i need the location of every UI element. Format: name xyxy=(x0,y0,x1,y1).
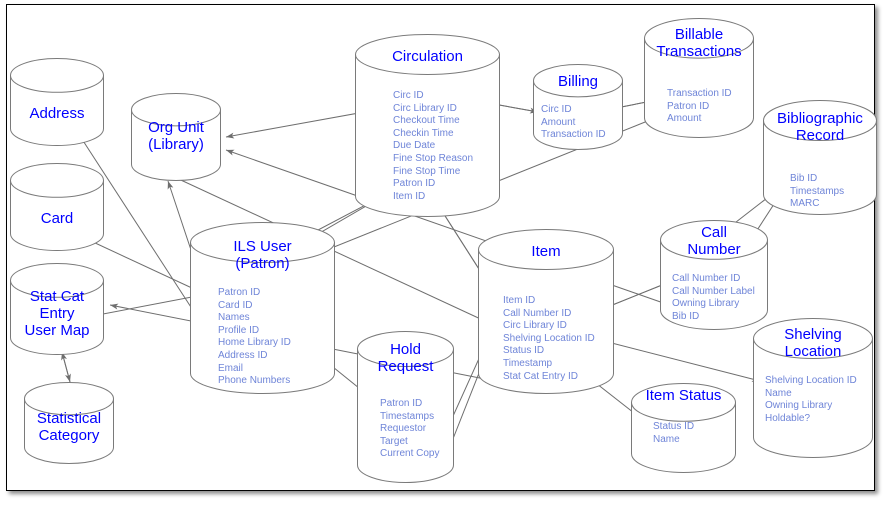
entity-field: Circ Library ID xyxy=(503,320,567,332)
entity-field: Patron ID xyxy=(218,287,261,298)
entity-title: Item xyxy=(531,243,561,260)
entity-field: Name xyxy=(653,433,680,445)
entity-item[interactable]: Item Item ID Call Number ID Circ Library ID… xyxy=(478,229,614,394)
entity-field: Amount xyxy=(667,113,702,125)
entity-org-unit[interactable]: Org Unit (Library) xyxy=(131,93,221,181)
entity-item-status[interactable]: Item Status Status ID Name xyxy=(631,383,736,473)
entity-field: Fine Stop Reason xyxy=(393,152,474,164)
entity-field: Fine Stop Time xyxy=(393,165,461,177)
entity-title: Billing xyxy=(557,73,599,90)
entity-field: Patron ID xyxy=(667,100,710,112)
entity-field: Patron ID xyxy=(393,178,436,190)
entity-field: Status ID xyxy=(503,345,545,357)
entity-field: Owning Library xyxy=(672,298,740,310)
entity-title: Address xyxy=(29,105,85,122)
entity-field: Status ID xyxy=(653,421,695,432)
entity-field: Transaction ID xyxy=(667,88,732,99)
entity-field: Circ Library ID xyxy=(393,102,457,114)
entity-field-list: Circ ID Circ Library ID Checkout Time Check… xyxy=(393,90,473,203)
diagram-canvas: Address Card Stat Cat Entry User Map Statis… xyxy=(0,0,888,505)
entity-field: Address ID xyxy=(218,349,268,361)
entity-field-list: Transaction ID Patron ID Amount xyxy=(667,88,732,126)
entity-statistical-category[interactable]: Statistical Category xyxy=(24,382,114,464)
entity-field: Holdable? xyxy=(765,412,811,424)
entity-field: Bib ID xyxy=(790,173,818,184)
entity-field: Item ID xyxy=(393,190,426,202)
entity-field: Call Number Label xyxy=(672,285,755,297)
entity-call-number[interactable]: Call Number Call Number ID Call Number Lab… xyxy=(660,220,768,330)
entity-stat-cat-entry-user-map[interactable]: Stat Cat Entry User Map xyxy=(10,263,104,355)
entity-billable-transactions[interactable]: Billable Transactions Transaction ID Patro… xyxy=(644,18,754,138)
entity-title: Stat Cat Entry User Map xyxy=(24,288,90,339)
cylinder-shape xyxy=(10,58,104,146)
entity-title: Item Status xyxy=(645,387,722,404)
entity-title: Card xyxy=(40,210,74,227)
entity-field-list: Call Number ID Call Number Label Owning Li… xyxy=(672,273,755,323)
entity-field: Item ID xyxy=(503,295,536,306)
entity-field: Timestamp xyxy=(503,357,553,369)
entity-billing[interactable]: Billing Circ ID Amount Transaction ID xyxy=(533,64,623,150)
entity-field: Circ ID xyxy=(541,104,572,115)
entity-circulation[interactable]: Circulation Circ ID Circ Library ID Checkou… xyxy=(355,34,500,217)
entity-field-list: Circ ID Amount Transaction ID xyxy=(541,104,606,142)
entity-card[interactable]: Card xyxy=(10,163,104,251)
entity-title: Statistical Category xyxy=(36,410,102,444)
entity-hold-request[interactable]: Hold Request Patron ID Timestamps Requestor… xyxy=(357,331,454,483)
entity-title: Bibliographic Record xyxy=(777,110,863,144)
entity-field-list: Status ID Name xyxy=(653,421,694,446)
entity-title: ILS User (Patron) xyxy=(233,238,292,272)
entity-field: Target xyxy=(380,435,408,447)
cylinder-shape xyxy=(10,163,104,251)
entity-field: Checkin Time xyxy=(393,127,454,139)
entity-shelving-location[interactable]: Shelving Location Shelving Location ID Nam… xyxy=(753,318,873,458)
entity-field: Bib ID xyxy=(672,310,700,322)
entity-field: Circ ID xyxy=(393,90,424,101)
entity-field: Timestamps xyxy=(790,185,845,197)
entity-title: Shelving Location xyxy=(784,326,842,360)
entity-field: Timestamps xyxy=(380,410,435,422)
entity-field: Stat Cat Entry ID xyxy=(503,370,579,382)
entity-field-list: Item ID Call Number ID Circ Library ID Shel… xyxy=(503,295,595,383)
entity-field-list: Shelving Location ID Name Owning Library Ho… xyxy=(765,375,857,425)
entity-field-list: Bib ID Timestamps MARC xyxy=(790,173,844,211)
entity-field: Name xyxy=(765,387,792,399)
entity-field: Card ID xyxy=(218,299,253,311)
entity-field: Owning Library xyxy=(765,400,833,412)
entity-title: Org Unit (Library) xyxy=(148,119,204,153)
entity-field: Amount xyxy=(541,116,576,128)
entity-field: Current Copy xyxy=(380,448,440,460)
entity-ils-user[interactable]: ILS User (Patron) Patron ID Card ID Names Pr… xyxy=(190,222,335,394)
entity-field: Names xyxy=(218,312,250,324)
entity-bibliographic-record[interactable]: Bibliographic Record Bib ID Timestamps MARC xyxy=(763,100,877,215)
entity-field: Phone Numbers xyxy=(218,375,291,387)
entity-field: Shelving Location ID xyxy=(503,332,595,344)
entity-field: Home Library ID xyxy=(218,337,291,349)
entity-title: Hold Request xyxy=(377,341,434,375)
entity-title: Circulation xyxy=(392,48,463,65)
entity-field: Call Number ID xyxy=(503,307,572,319)
entity-field: Checkout Time xyxy=(393,115,460,127)
entity-field: Patron ID xyxy=(380,398,423,409)
entity-field: Call Number ID xyxy=(672,273,741,284)
entity-field: Transaction ID xyxy=(541,129,606,141)
entity-field-list: Patron ID Timestamps Requestor Target Curren… xyxy=(380,398,439,461)
entity-title: Call Number xyxy=(687,224,741,258)
entity-field: Shelving Location ID xyxy=(765,375,857,386)
entity-field-list: Patron ID Card ID Names Profile ID Home Libr… xyxy=(218,287,291,388)
entity-field: Due Date xyxy=(393,140,436,152)
entity-field: Email xyxy=(218,362,244,374)
entity-address[interactable]: Address xyxy=(10,58,104,146)
entity-title: Billable Transactions xyxy=(656,26,742,60)
entity-field: MARC xyxy=(790,198,820,210)
entity-field: Profile ID xyxy=(218,324,260,336)
entity-field: Requestor xyxy=(380,423,427,435)
